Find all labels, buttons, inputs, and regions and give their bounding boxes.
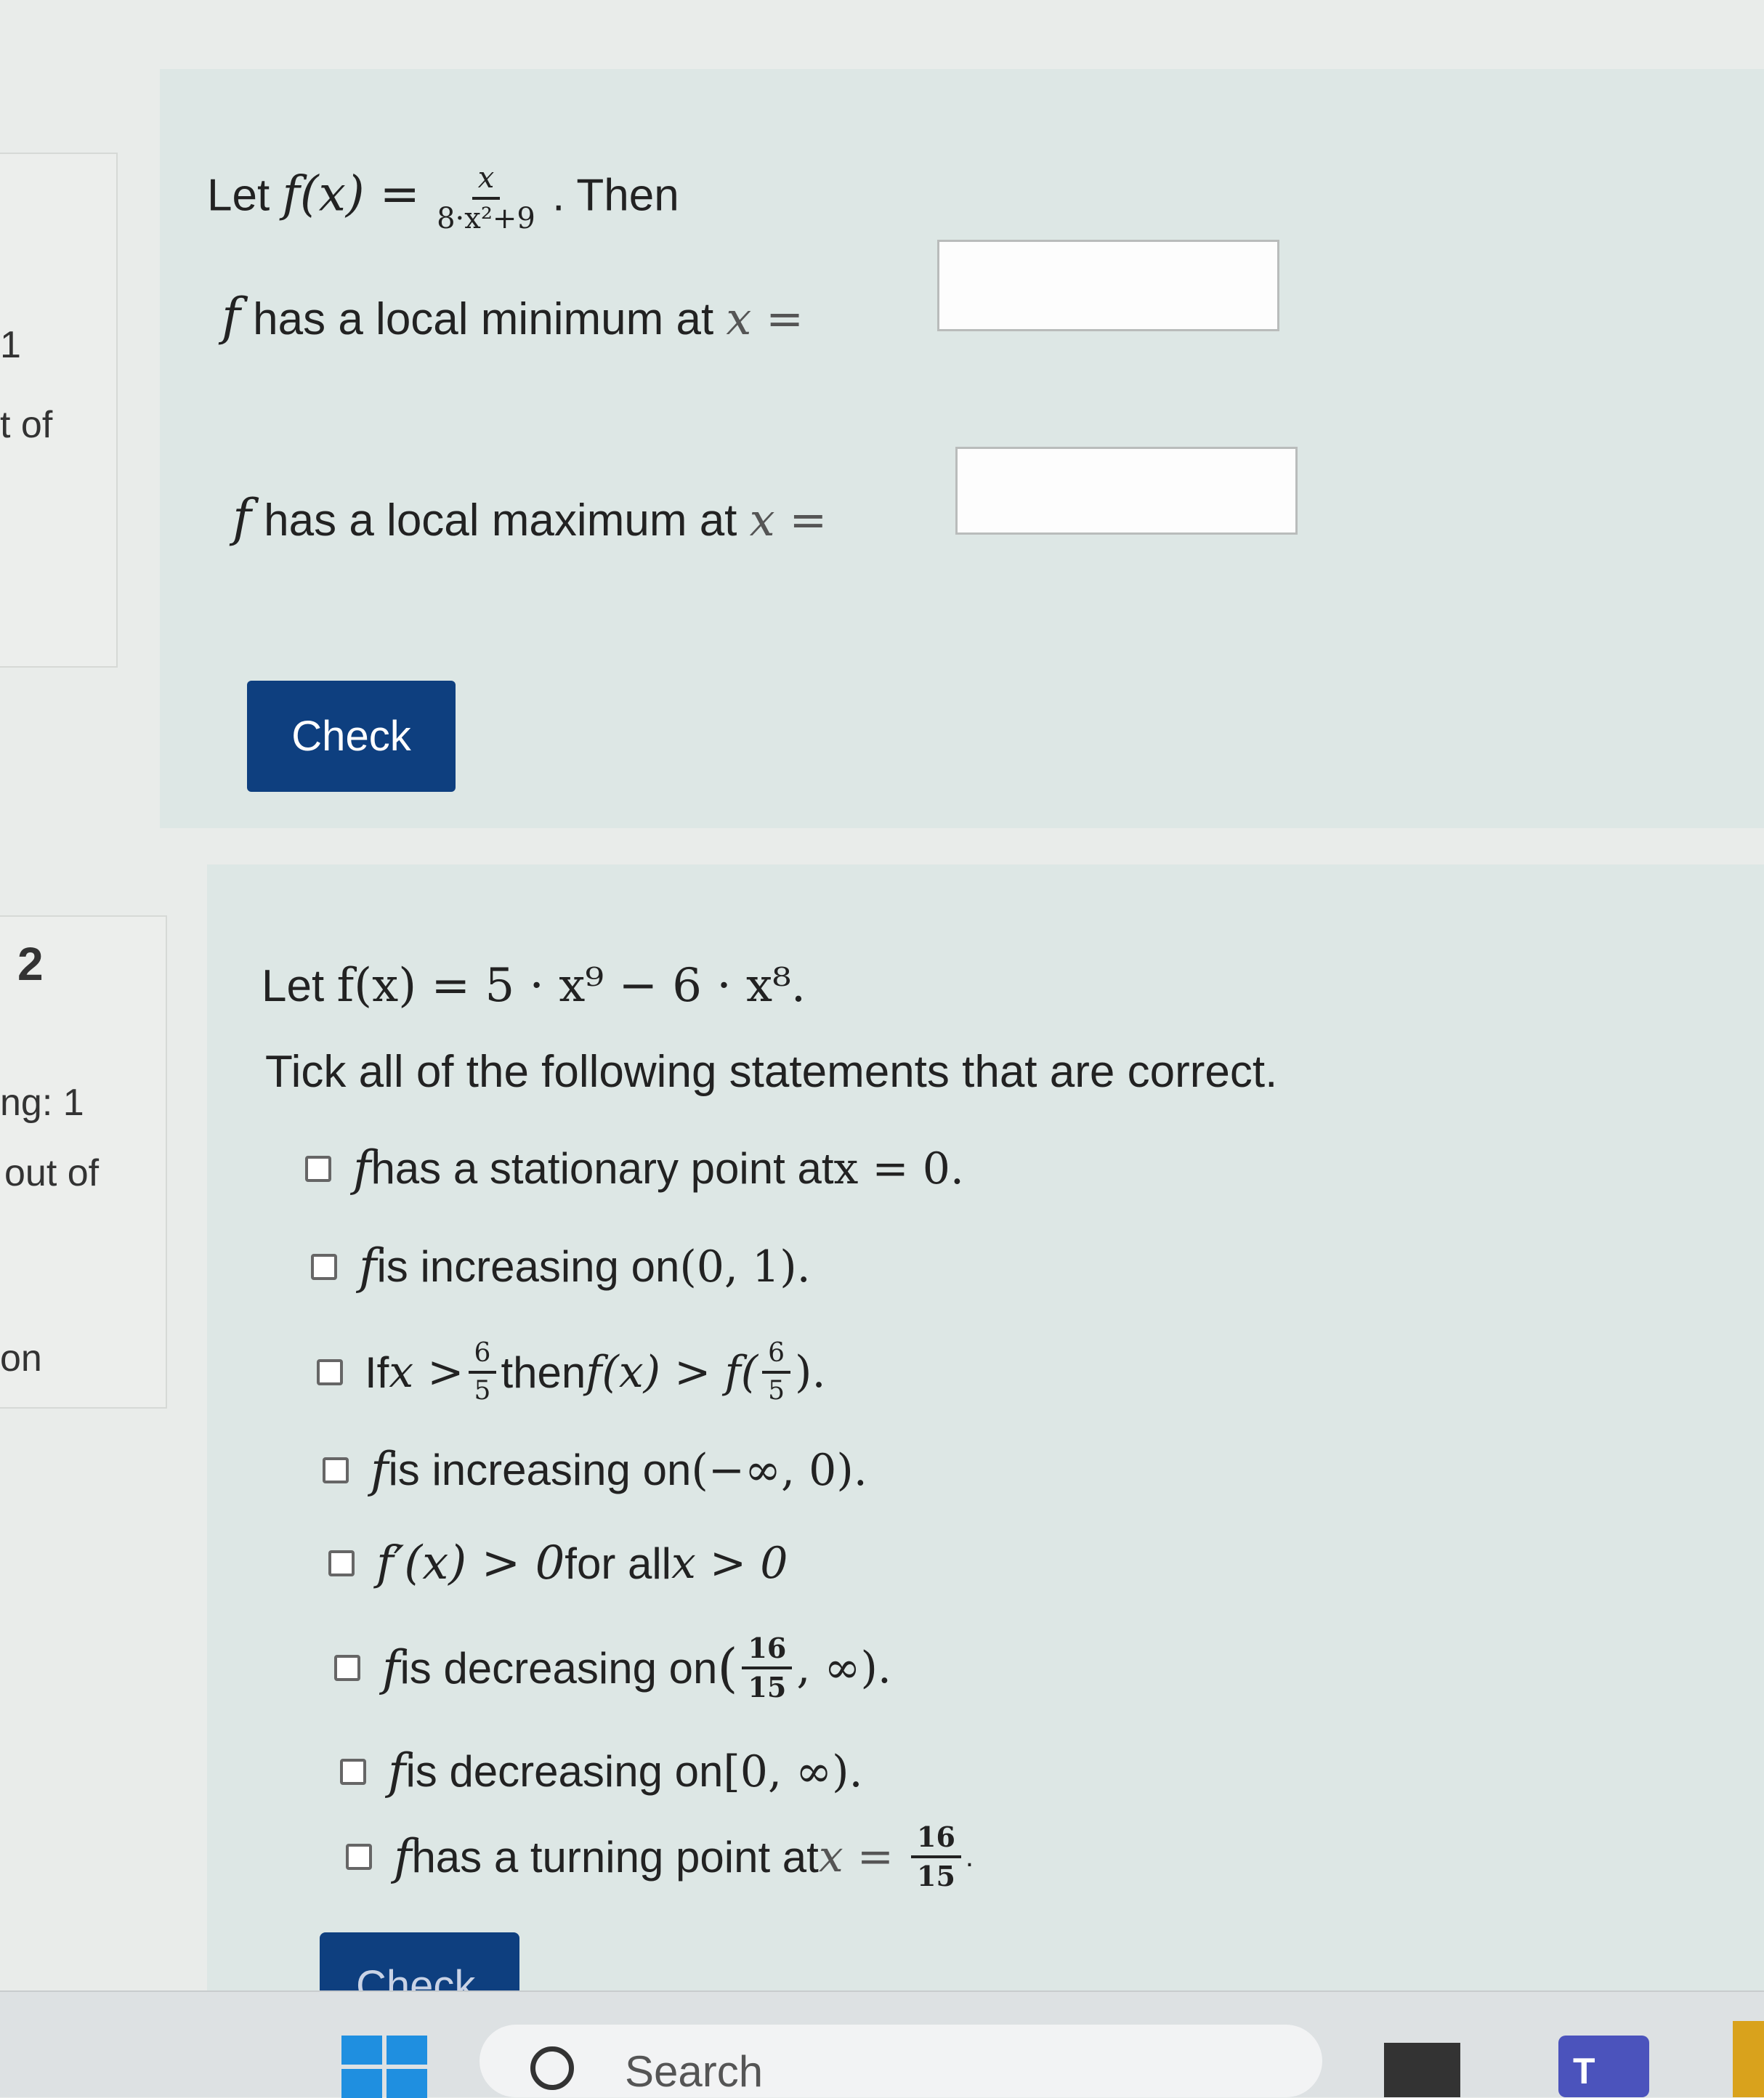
local-min-row: f has a local minimum at x = <box>222 287 804 347</box>
question-2-marking: ng: 1 <box>0 1082 84 1124</box>
question-2-card <box>207 864 1764 1990</box>
windows-start-icon[interactable] <box>341 2036 429 2098</box>
question-2-check-button[interactable]: Check <box>320 1932 519 1990</box>
question-2-statement: Let f(x) = 5 · x⁹ − 6 · x⁸. <box>262 959 806 1013</box>
option-math: x = <box>818 1831 894 1882</box>
checkbox[interactable] <box>323 1457 349 1483</box>
f-symbol: f <box>353 1141 371 1196</box>
option-math-end: , ∞). <box>796 1643 891 1693</box>
option-if-x-greater[interactable]: If x > 6 5 then f(x) > f( 6 5 ). <box>317 1340 826 1404</box>
local-max-row: f has a local maximum at x = <box>232 488 827 548</box>
checkbox[interactable] <box>334 1655 360 1681</box>
fraction-sixteen-fifteenths: 16 15 <box>742 1635 793 1704</box>
option-text: is decreasing on <box>405 1747 724 1796</box>
search-placeholder: Search <box>625 2047 764 2096</box>
teams-icon[interactable]: T <box>1558 2036 1649 2097</box>
option-math: f(x) > f( <box>586 1347 758 1398</box>
option-decreasing-16-15[interactable]: f is decreasing on ( 16 15 , ∞). <box>334 1635 891 1701</box>
fraction-sixteen-fifteenths: 16 15 <box>911 1823 961 1890</box>
option-text: then <box>501 1348 586 1397</box>
function-lhs: f(x) = <box>282 166 420 222</box>
option-turning-point[interactable]: f has a turning point at x = 16 15 . <box>346 1823 974 1890</box>
fraction-six-fifths: 6 5 <box>468 1340 497 1406</box>
question-1-check-button[interactable]: Check <box>247 681 456 792</box>
option-text: has a turning point at <box>411 1832 819 1882</box>
option-text: is decreasing on <box>400 1643 718 1693</box>
f-symbol: f <box>394 1828 412 1885</box>
option-text: is increasing on <box>376 1242 680 1291</box>
f-symbol: f <box>371 1442 389 1498</box>
checkbox[interactable] <box>305 1155 331 1182</box>
app-icon[interactable] <box>1733 2021 1764 2097</box>
checkbox[interactable] <box>328 1550 355 1576</box>
question-1-number: 1 <box>0 324 21 366</box>
fraction-numerator: 6 <box>468 1340 497 1374</box>
f-symbol: f <box>359 1239 377 1295</box>
local-min-input[interactable] <box>937 240 1279 331</box>
let-text: Let <box>207 170 270 221</box>
option-increasing-0-1[interactable]: f is increasing on (0, 1). <box>311 1239 811 1295</box>
option-math: [0, ∞). <box>723 1746 863 1797</box>
search-bar[interactable]: Search <box>480 2025 1322 2097</box>
f-symbol: f <box>388 1743 406 1799</box>
let-text: Let <box>262 961 325 1011</box>
option-increasing-neg-inf-0[interactable]: f is increasing on (−∞, 0). <box>323 1442 867 1498</box>
fraction-numerator: 6 <box>762 1340 791 1374</box>
checkbox[interactable] <box>346 1844 372 1870</box>
fraction-numerator: x <box>472 163 501 200</box>
option-stationary-point[interactable]: f has a stationary point at x = 0. <box>305 1141 964 1196</box>
option-math: x > 0 <box>671 1538 788 1589</box>
option-text: has a stationary point at <box>371 1144 834 1193</box>
question-1-status: t of <box>0 404 53 446</box>
local-max-label: has a local maximum at <box>264 495 737 546</box>
function-fraction: x 8·x²+9 <box>437 163 535 233</box>
fraction-denominator: 15 <box>748 1671 787 1704</box>
option-text: If <box>365 1348 389 1397</box>
fraction-numerator: 16 <box>911 1823 961 1858</box>
fraction-denominator: 5 <box>768 1376 785 1406</box>
local-min-label: has a local minimum at <box>253 294 714 344</box>
question-1-statement: Let f(x) = x 8·x²+9 . Then <box>207 163 679 233</box>
fraction-denominator: 15 <box>917 1860 955 1892</box>
question-2-action: on <box>0 1337 42 1380</box>
option-math: x > <box>389 1347 464 1398</box>
f-symbol: f <box>232 488 251 548</box>
option-decreasing-0-inf[interactable]: f is decreasing on [0, ∞). <box>340 1743 863 1799</box>
x-equals: x = <box>726 292 804 345</box>
question-2-number: 2 <box>17 938 44 990</box>
fraction-six-fifths: 6 5 <box>762 1340 791 1406</box>
option-math: (0, 1). <box>679 1241 811 1292</box>
f-symbol: f <box>222 287 240 347</box>
question-2-points: out of <box>4 1152 100 1194</box>
checkbox[interactable] <box>311 1253 337 1280</box>
x-equals: x = <box>749 493 828 546</box>
option-math: f′(x) > 0 <box>376 1536 565 1590</box>
option-math: (−∞, 0). <box>691 1444 867 1496</box>
then-text: . Then <box>552 170 679 221</box>
option-math: ( <box>717 1637 738 1698</box>
fraction-numerator: 16 <box>742 1635 793 1669</box>
function-definition: f(x) = 5 · x⁹ − 6 · x⁸. <box>336 959 806 1013</box>
option-math: x = 0. <box>833 1143 965 1194</box>
local-max-input[interactable] <box>955 447 1298 535</box>
option-math-end: . <box>965 1840 974 1873</box>
fraction-denominator: 5 <box>474 1376 491 1406</box>
question-2-instruction: Tick all of the following statements tha… <box>265 1047 1278 1097</box>
taskbar: Search T <box>0 1990 1764 2098</box>
option-math-end: ). <box>795 1347 826 1398</box>
f-symbol: f <box>382 1640 400 1696</box>
file-explorer-icon[interactable] <box>1384 2043 1460 2097</box>
option-text: for all <box>565 1539 671 1588</box>
fraction-denominator: 8·x²+9 <box>437 202 535 235</box>
option-text: is increasing on <box>388 1446 692 1494</box>
checkbox[interactable] <box>317 1359 343 1385</box>
checkbox[interactable] <box>340 1758 366 1785</box>
check-button-label: Check <box>356 1962 476 1990</box>
search-icon <box>530 2046 574 2090</box>
option-derivative-positive[interactable]: f′(x) > 0 for all x > 0 <box>328 1536 788 1590</box>
